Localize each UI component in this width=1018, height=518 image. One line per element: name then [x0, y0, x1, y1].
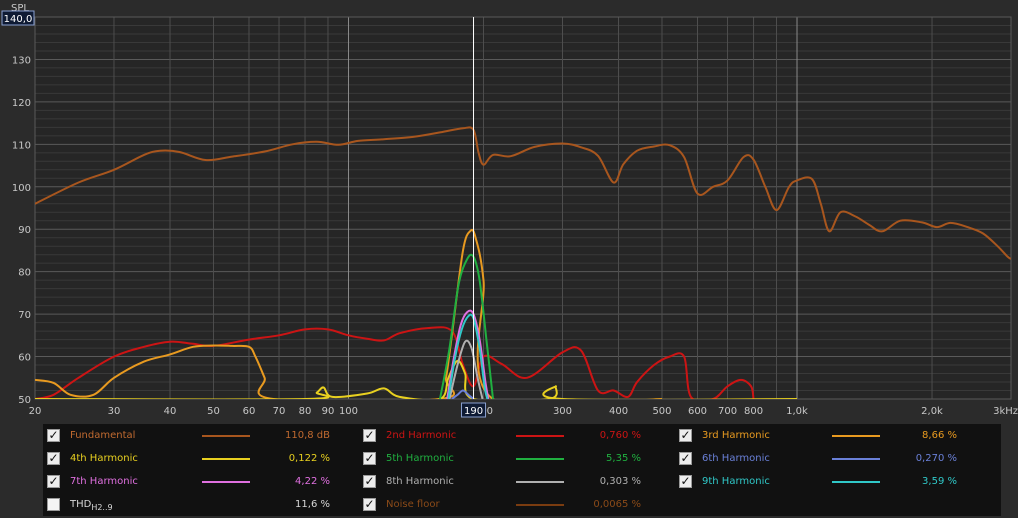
legend-swatch [832, 458, 880, 460]
legend-label: Noise floor [386, 499, 440, 510]
x-tick-label: 90 [322, 406, 335, 417]
legend-panel: ✓ Fundamental 110,8 dB ✓ 2nd Harmonic 0,760 %… [43, 424, 1001, 516]
legend-checkbox-2nd-harmonic[interactable]: ✓ [363, 429, 376, 442]
legend-value: 5,35 % [606, 453, 641, 464]
legend-checkbox-thd[interactable] [47, 498, 60, 511]
x-tick-label: 50 [207, 406, 220, 417]
legend-swatch [202, 458, 250, 460]
legend-label: Fundamental [70, 430, 136, 441]
y-tick-label: 120 [12, 98, 31, 109]
legend-value: 0,303 % [599, 476, 641, 487]
x-tick-labels: 2030405060708090100200300400500600700800… [29, 406, 1018, 417]
legend-item-2nd-harmonic[interactable]: ✓ 2nd Harmonic 0,760 % [363, 426, 673, 446]
x-tick-label: 70 [273, 406, 286, 417]
legend-value: 0,760 % [599, 430, 641, 441]
legend-item-7th-harmonic[interactable]: ✓ 7th Harmonic 4,22 % [47, 472, 357, 492]
legend-value: 0,0065 % [593, 499, 641, 510]
x-tick-label: 800 [744, 406, 763, 417]
y-tick-label: 90 [18, 225, 31, 236]
y-tick-label: 80 [18, 268, 31, 279]
legend-swatch [832, 435, 880, 437]
legend-item-thd[interactable]: THDH2..9 11,6 % [47, 495, 357, 515]
x-tick-label: 20 [29, 406, 42, 417]
legend-value: 110,8 dB [284, 430, 330, 441]
distortion-chart[interactable]: 2030405060708090100200300400500600700800… [0, 0, 1018, 420]
legend-label: 8th Harmonic [386, 476, 454, 487]
y-tick-labels: 50 60 70 80 90 100 110 120 130 [12, 55, 31, 406]
legend-checkbox-fundamental[interactable]: ✓ [47, 429, 60, 442]
x-tick-label: 60 [243, 406, 256, 417]
legend-item-4th-harmonic[interactable]: ✓ 4th Harmonic 0,122 % [47, 449, 357, 469]
legend-value: 0,270 % [915, 453, 957, 464]
legend-checkbox-5th-harmonic[interactable]: ✓ [363, 452, 376, 465]
legend-value: 3,59 % [922, 476, 957, 487]
y-tick-label: 60 [18, 353, 31, 364]
x-tick-label: 3kHz [993, 406, 1018, 417]
legend-swatch [516, 458, 564, 460]
x-tick-label: 500 [652, 406, 671, 417]
legend-checkbox-4th-harmonic[interactable]: ✓ [47, 452, 60, 465]
legend-value: 0,122 % [288, 453, 330, 464]
x-tick-label: 700 [718, 406, 737, 417]
legend-label: 9th Harmonic [702, 476, 770, 487]
legend-label: THDH2..9 [70, 499, 113, 512]
legend-value: 4,22 % [295, 476, 330, 487]
legend-checkbox-noise-floor[interactable]: ✓ [363, 498, 376, 511]
legend-label: 3rd Harmonic [702, 430, 770, 441]
x-tick-label: 1,0k [786, 406, 808, 417]
x-tick-label: 2,0k [921, 406, 943, 417]
y-tick-label: 70 [18, 310, 31, 321]
legend-label: 2nd Harmonic [386, 430, 457, 441]
legend-swatch [202, 481, 250, 483]
legend-item-6th-harmonic[interactable]: ✓ 6th Harmonic 0,270 % [679, 449, 989, 469]
legend-label-subscript: H2..9 [91, 503, 113, 512]
legend-label: 5th Harmonic [386, 453, 454, 464]
legend-checkbox-6th-harmonic[interactable]: ✓ [679, 452, 692, 465]
legend-value: 11,6 % [295, 499, 330, 510]
legend-swatch [516, 435, 564, 437]
legend-swatch [202, 435, 250, 437]
legend-checkbox-8th-harmonic[interactable]: ✓ [363, 475, 376, 488]
cursor-label: 190 [464, 406, 483, 417]
legend-item-5th-harmonic[interactable]: ✓ 5th Harmonic 5,35 % [363, 449, 673, 469]
legend-item-fundamental[interactable]: ✓ Fundamental 110,8 dB [47, 426, 357, 446]
x-tick-label: 400 [609, 406, 628, 417]
y-tick-label: 130 [12, 55, 31, 66]
legend-swatch [516, 504, 564, 506]
x-tick-label: 100 [339, 406, 358, 417]
x-tick-label: 80 [299, 406, 312, 417]
y-tick-label: 50 [18, 395, 31, 406]
x-tick-label: 300 [553, 406, 572, 417]
legend-item-9th-harmonic[interactable]: ✓ 9th Harmonic 3,59 % [679, 472, 989, 492]
legend-item-3rd-harmonic[interactable]: ✓ 3rd Harmonic 8,66 % [679, 426, 989, 446]
legend-checkbox-3rd-harmonic[interactable]: ✓ [679, 429, 692, 442]
legend-checkbox-7th-harmonic[interactable]: ✓ [47, 475, 60, 488]
x-tick-label: 30 [108, 406, 121, 417]
y-tick-label: 110 [12, 140, 31, 151]
legend-item-8th-harmonic[interactable]: ✓ 8th Harmonic 0,303 % [363, 472, 673, 492]
legend-item-noise-floor[interactable]: ✓ Noise floor 0,0065 % [363, 495, 673, 515]
y-tick-label: 100 [12, 183, 31, 194]
x-tick-label: 40 [164, 406, 177, 417]
y-readout: 140,0 [4, 14, 33, 25]
legend-checkbox-9th-harmonic[interactable]: ✓ [679, 475, 692, 488]
legend-swatch [516, 481, 564, 483]
legend-swatch [832, 481, 880, 483]
legend-label: 7th Harmonic [70, 476, 138, 487]
legend-label: 4th Harmonic [70, 453, 138, 464]
legend-label: 6th Harmonic [702, 453, 770, 464]
x-tick-label: 600 [688, 406, 707, 417]
legend-value: 8,66 % [922, 430, 957, 441]
